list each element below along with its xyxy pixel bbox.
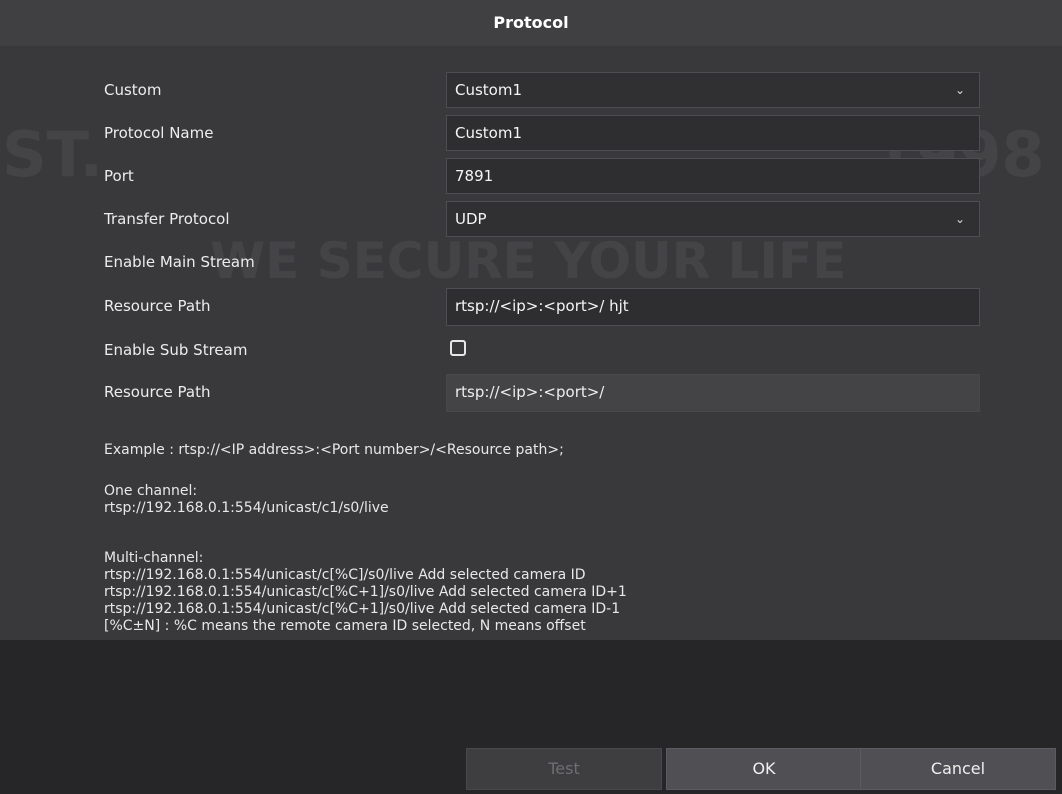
enable-sub-stream-checkbox[interactable] — [450, 340, 466, 356]
protocol-name-value: Custom1 — [455, 124, 523, 142]
custom-select[interactable]: Custom1 ⌄ — [446, 72, 980, 108]
transfer-protocol-label: Transfer Protocol — [104, 210, 230, 228]
protocol-dialog: ST. 1998 WE SECURE YOUR LIFE Protocol Cu… — [0, 0, 1062, 794]
port-value: 7891 — [455, 167, 494, 185]
test-button[interactable]: Test — [466, 748, 662, 790]
ok-button[interactable]: OK — [666, 748, 862, 790]
transfer-protocol-select[interactable]: UDP ⌄ — [446, 201, 980, 237]
transfer-protocol-value: UDP — [455, 210, 487, 228]
one-channel-line: rtsp://192.168.0.1:554/unicast/c1/s0/liv… — [104, 500, 389, 516]
port-input[interactable]: 7891 — [446, 158, 980, 194]
chevron-down-icon: ⌄ — [954, 212, 965, 226]
sub-resource-path-value: rtsp://<ip>:<port>/ — [455, 383, 605, 401]
one-channel-title: One channel: — [104, 483, 198, 499]
main-resource-path-value: rtsp://<ip>:<port>/ hjt — [455, 297, 629, 315]
example-text: Example : rtsp://<IP address>:<Port numb… — [104, 442, 564, 458]
enable-main-stream-label: Enable Main Stream — [104, 253, 255, 271]
sub-resource-path-input[interactable]: rtsp://<ip>:<port>/ — [446, 374, 980, 412]
main-resource-path-label: Resource Path — [104, 297, 211, 315]
custom-value: Custom1 — [455, 81, 523, 99]
multi-channel-line-2: rtsp://192.168.0.1:554/unicast/c[%C+1]/s… — [104, 584, 627, 600]
multi-channel-line-3: rtsp://192.168.0.1:554/unicast/c[%C+1]/s… — [104, 601, 621, 617]
multi-channel-title: Multi-channel: — [104, 550, 204, 566]
protocol-name-input[interactable]: Custom1 — [446, 115, 980, 151]
port-label: Port — [104, 167, 134, 185]
sub-resource-path-label: Resource Path — [104, 383, 211, 401]
chevron-down-icon: ⌄ — [954, 83, 965, 97]
watermark-est: ST. — [2, 118, 104, 191]
cancel-button[interactable]: Cancel — [860, 748, 1056, 790]
enable-sub-stream-label: Enable Sub Stream — [104, 341, 248, 359]
multi-channel-line-1: rtsp://192.168.0.1:554/unicast/c[%C]/s0/… — [104, 567, 586, 583]
main-resource-path-input[interactable]: rtsp://<ip>:<port>/ hjt — [446, 288, 980, 326]
custom-label: Custom — [104, 81, 162, 99]
multi-channel-line-4: [%C±N] : %C means the remote camera ID s… — [104, 618, 586, 634]
protocol-name-label: Protocol Name — [104, 124, 214, 142]
dialog-title: Protocol — [0, 0, 1062, 46]
